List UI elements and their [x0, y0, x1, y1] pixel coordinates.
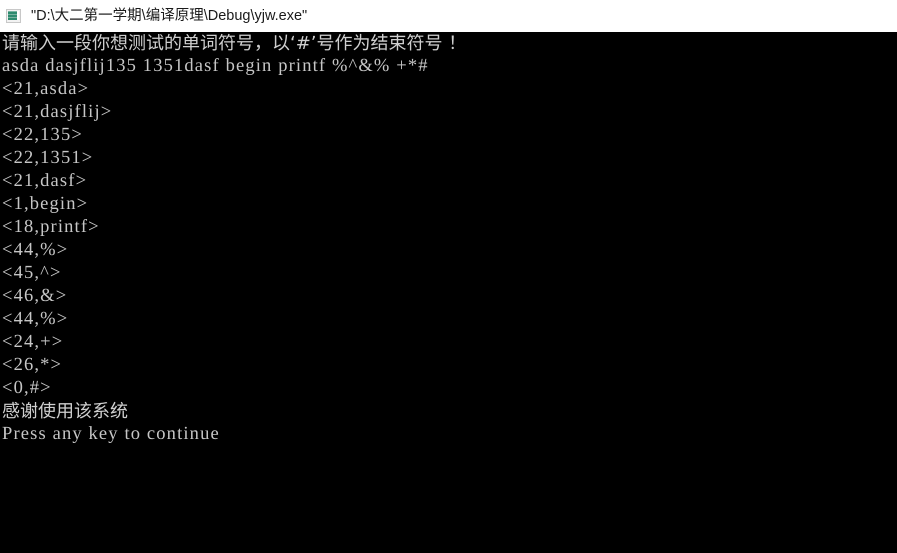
console-token-line: <46,&> — [2, 286, 68, 306]
console-press-any-key-line: Press any key to continue — [2, 424, 220, 444]
console-token-line: <21,asda> — [2, 79, 90, 99]
console-token-line: <0,#> — [2, 378, 52, 398]
console-token-line: <44,%> — [2, 240, 69, 260]
console-input-line: asda dasjflij135 1351dasf begin printf %… — [2, 56, 429, 76]
console-token-line: <21,dasjflij> — [2, 102, 113, 122]
console-prompt-line: 请输入一段你想测试的单词符号，以‘#’号作为结束符号 ！ — [2, 33, 467, 54]
window-title-text: "D:\大二第一学期\编译原理\Debug\yjw.exe" — [31, 7, 308, 24]
console-token-line: <24,+> — [2, 332, 64, 352]
console-token-line: <26,*> — [2, 355, 63, 375]
console-token-line: <18,printf> — [2, 217, 100, 237]
console-output-area[interactable]: 请输入一段你想测试的单词符号，以‘#’号作为结束符号 ！ asda dasjfl… — [0, 32, 897, 553]
console-window: "D:\大二第一学期\编译原理\Debug\yjw.exe" 请输入一段你想测试… — [0, 0, 897, 553]
console-token-line: <22,135> — [2, 125, 83, 145]
console-token-line: <21,dasf> — [2, 171, 88, 191]
console-token-line: <22,1351> — [2, 148, 94, 168]
console-thanks-line: 感谢使用该系统 — [2, 401, 128, 422]
console-token-line: <45,^> — [2, 263, 62, 283]
window-title-bar[interactable]: "D:\大二第一学期\编译原理\Debug\yjw.exe" — [0, 0, 897, 32]
console-app-icon — [6, 8, 22, 24]
console-token-line: <44,%> — [2, 309, 69, 329]
console-token-line: <1,begin> — [2, 194, 89, 214]
